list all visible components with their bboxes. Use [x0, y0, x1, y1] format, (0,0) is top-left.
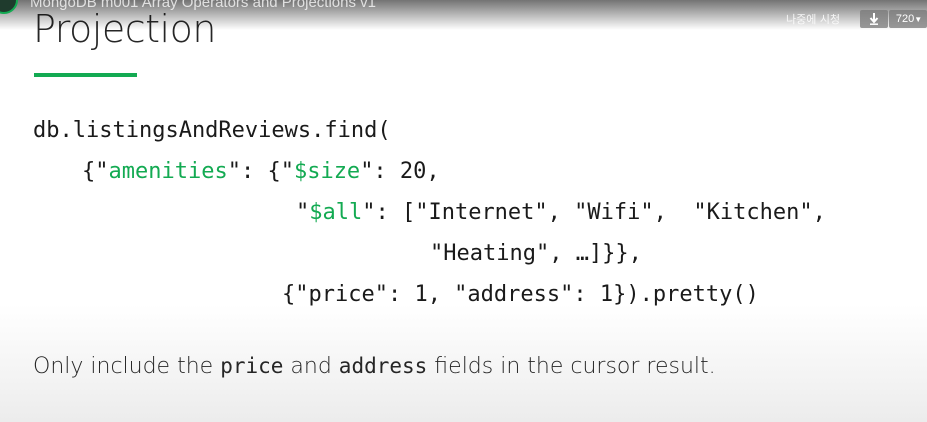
code-values: ": ["Internet", "Wifi", "Kitchen", [362, 200, 826, 225]
download-button[interactable] [860, 10, 888, 28]
video-title[interactable]: MongoDB m001 Array Operators and Project… [30, 0, 376, 11]
code-line-2: {"amenities": {"$size": 20, [82, 158, 440, 186]
code-punct: " [296, 200, 310, 225]
video-overlay-bar: MongoDB m001 Array Operators and Project… [0, 0, 927, 30]
quality-label: 720 [895, 13, 915, 25]
code-punct: ": 20, [360, 159, 440, 184]
watch-later-button[interactable]: 나중에 시청 [786, 11, 840, 27]
code-punct: {" [82, 159, 109, 184]
code-line-1: db.listingsAndReviews.find( [33, 118, 391, 143]
caption-code-address: address [338, 354, 428, 378]
title-underline [34, 73, 137, 77]
code-operator-all: $all [309, 200, 363, 225]
slide-caption: Only include the price and address field… [33, 354, 716, 379]
chevron-down-icon: ▼ [914, 15, 923, 24]
channel-avatar[interactable] [0, 0, 18, 14]
arrow-down-icon [869, 13, 879, 25]
code-punct: ": {" [227, 159, 294, 184]
code-line-4: "Heating", …]}}, [430, 241, 642, 266]
quality-button[interactable]: 720▼ [889, 10, 927, 28]
code-line-3: "$all": ["Internet", "Wifi", "Kitchen", [296, 199, 826, 227]
caption-text: fields in the cursor result. [427, 354, 716, 379]
caption-text: and [283, 354, 339, 379]
caption-code-price: price [220, 354, 284, 378]
code-field-amenities: amenities [108, 159, 228, 184]
code-operator-size: $size [293, 159, 361, 184]
code-line-5: {"price": 1, "address": 1}).pretty() [282, 282, 759, 307]
slide: Projection db.listingsAndReviews.find( {… [0, 0, 927, 422]
caption-text: Only include the [33, 354, 221, 379]
